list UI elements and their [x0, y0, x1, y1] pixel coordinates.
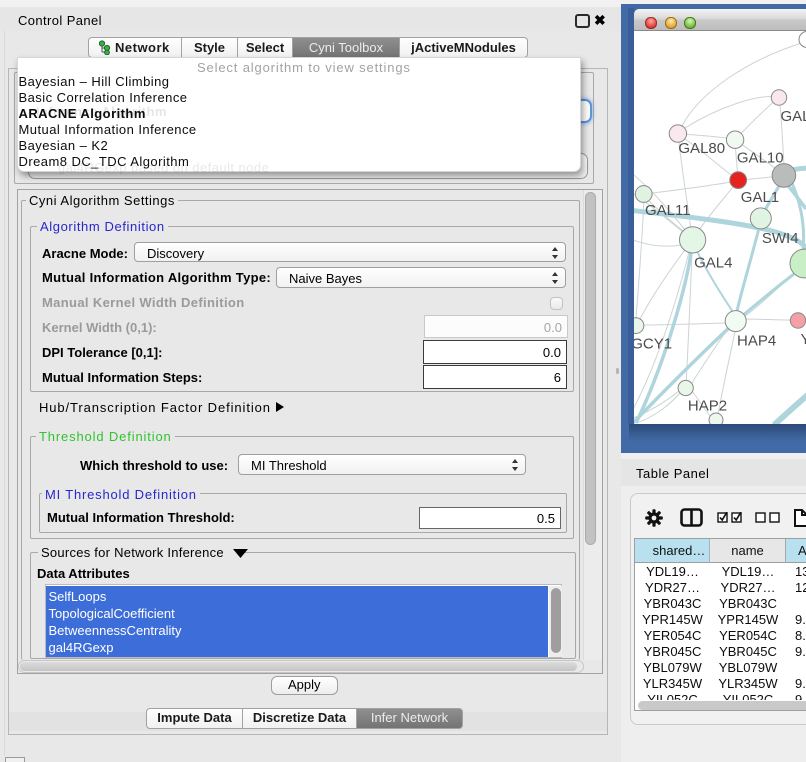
svg-text:GAL10: GAL10: [737, 150, 784, 167]
svg-text:GAL80: GAL80: [678, 140, 725, 157]
svg-text:GAL4: GAL4: [694, 255, 732, 272]
svg-text:YP: YP: [801, 331, 806, 348]
svg-text:GAL1: GAL1: [741, 189, 779, 206]
svg-text:GAL7: GAL7: [781, 108, 806, 125]
svg-text:SWI4: SWI4: [762, 230, 799, 247]
svg-text:HAP4: HAP4: [737, 333, 776, 350]
svg-text:GCY1: GCY1: [634, 336, 672, 353]
svg-text:GAL11: GAL11: [645, 202, 691, 219]
svg-text:HAP2: HAP2: [688, 398, 727, 415]
